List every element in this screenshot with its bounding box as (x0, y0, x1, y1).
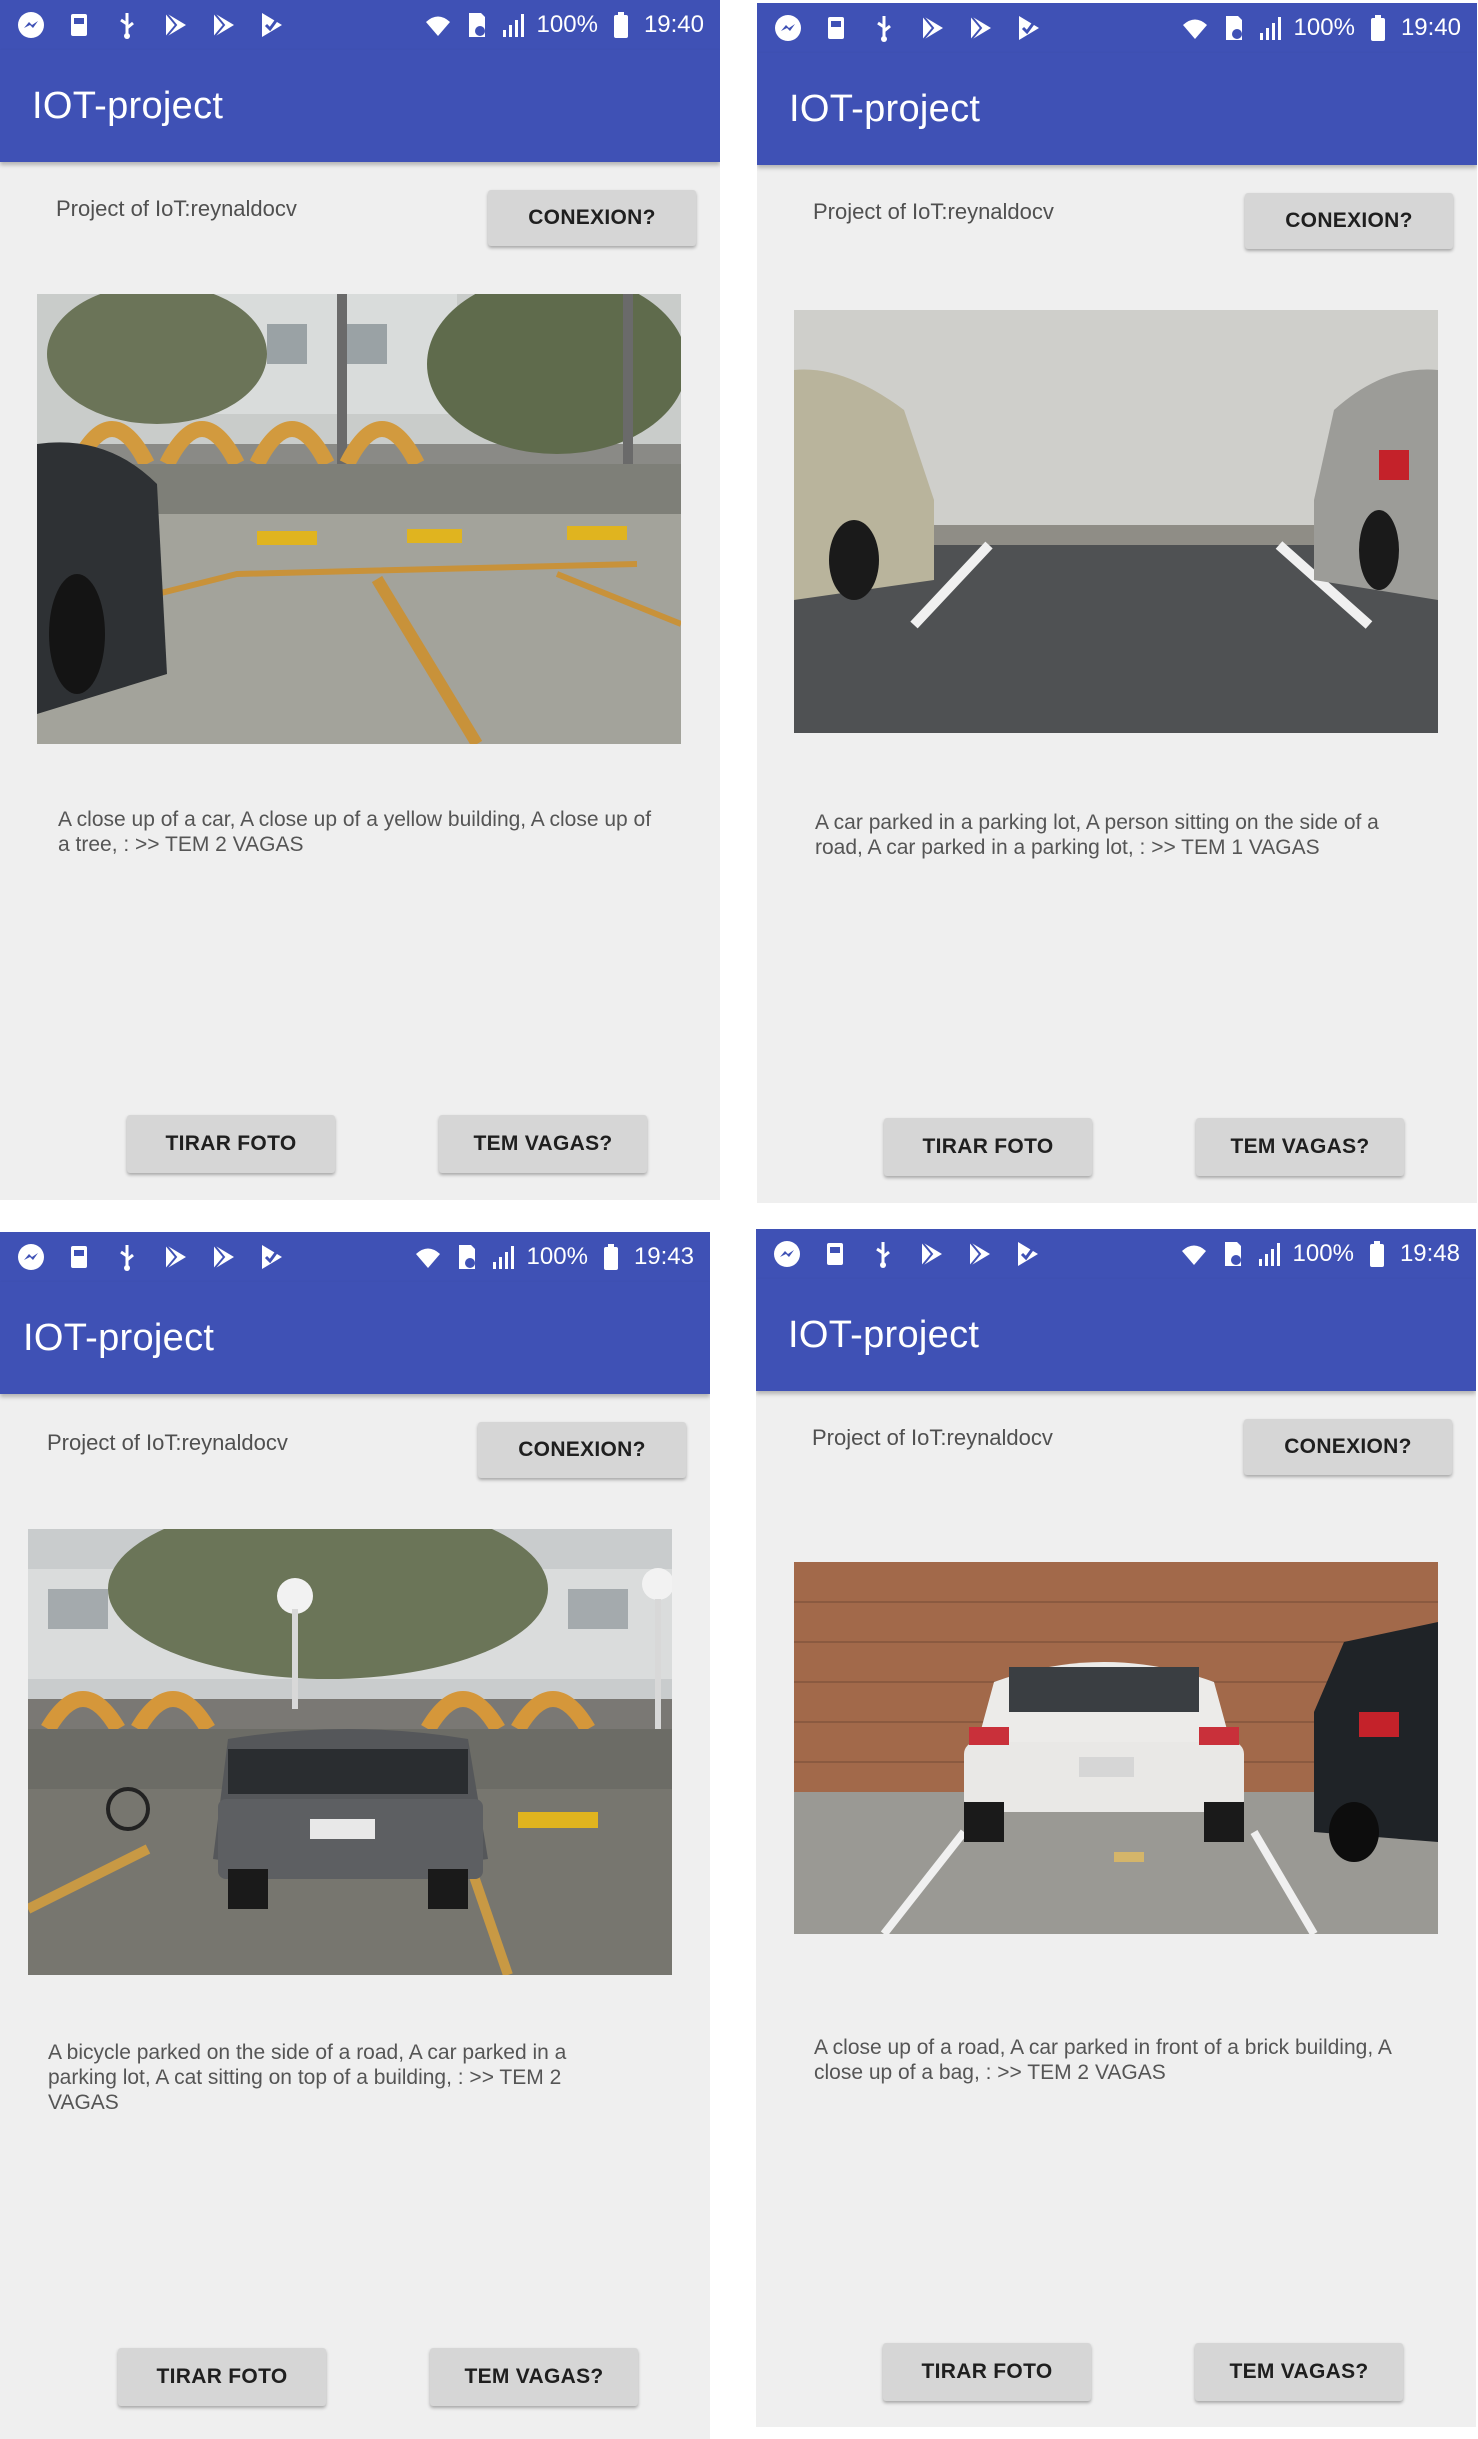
project-label: Project of IoT:reynaldocv (812, 1425, 1053, 1450)
parking-photo (28, 1529, 672, 1975)
app-bar: IOT-project (757, 53, 1477, 165)
play-store-icon (213, 12, 234, 38)
project-label: Project of IoT:reynaldocv (47, 1430, 288, 1455)
status-bar: 100% 19:48 (756, 1229, 1476, 1279)
play-store-icon (165, 12, 186, 38)
sim-off-icon (1225, 16, 1242, 40)
tem-vagas-button[interactable]: TEM VAGAS? (1195, 2343, 1403, 2401)
usb-icon (120, 13, 134, 39)
parking-photo (37, 294, 681, 744)
sim-off-icon (1224, 1242, 1241, 1266)
app-title: IOT-project (32, 85, 224, 127)
tirar-foto-button[interactable]: TIRAR FOTO (884, 1118, 1092, 1176)
battery-icon (603, 1244, 618, 1270)
tem-vagas-button[interactable]: TEM VAGAS? (430, 2348, 638, 2406)
clock: 19:48 (1399, 1240, 1460, 1267)
tirar-foto-button[interactable]: TIRAR FOTO (883, 2343, 1091, 2401)
wifi-icon (425, 16, 450, 36)
play-store-icon (922, 15, 943, 41)
conexion-button[interactable]: CONEXION? (1244, 1419, 1452, 1475)
status-bar: 100% 19:43 (0, 1232, 710, 1282)
signal-icon (1259, 17, 1281, 40)
sd-card-icon (828, 17, 844, 39)
clock: 19:43 (633, 1243, 694, 1270)
app-title: IOT-project (789, 88, 981, 130)
screen-2: 100% 19:40 IOT-project Project of IoT:re… (757, 3, 1477, 1203)
battery-percent: 100% (526, 1243, 588, 1270)
messenger-icon (774, 1241, 800, 1267)
screen-1: 100% 19:40 IOT-project Project of IoT:re… (0, 0, 720, 1200)
usb-icon (120, 1245, 134, 1271)
play-store-icon (165, 1244, 186, 1270)
sim-off-icon (468, 13, 485, 37)
usb-icon (877, 16, 891, 42)
clock: 19:40 (1400, 14, 1461, 41)
clock: 19:40 (643, 11, 704, 38)
screen-3: 100% 19:43 IOT-project Project of IoT:re… (0, 1232, 710, 2439)
play-check-icon (1018, 1242, 1038, 1266)
tem-vagas-button[interactable]: TEM VAGAS? (1196, 1118, 1404, 1176)
battery-percent: 100% (1292, 1240, 1354, 1267)
screen-4: 100% 19:48 IOT-project Project of IoT:re… (756, 1229, 1476, 2427)
battery-icon (1369, 1241, 1384, 1267)
play-store-icon (921, 1241, 942, 1267)
messenger-icon (775, 15, 801, 41)
usb-icon (876, 1242, 890, 1268)
app-bar: IOT-project (0, 50, 720, 162)
play-check-icon (262, 1245, 282, 1269)
parking-photo (794, 1562, 1438, 1934)
result-caption: A close up of a car, A close up of a yel… (58, 808, 652, 856)
messenger-icon (18, 1244, 44, 1270)
play-store-icon (970, 15, 991, 41)
signal-icon (492, 1246, 514, 1269)
sd-card-icon (71, 1246, 87, 1268)
sim-off-icon (458, 1245, 475, 1269)
app-title: IOT-project (788, 1314, 980, 1356)
wifi-icon (1182, 19, 1207, 39)
result-caption: A bicycle parked on the side of a road, … (48, 2041, 567, 2114)
result-caption: A close up of a road, A car parked in fr… (814, 2036, 1391, 2084)
app-bar: IOT-project (0, 1282, 710, 1394)
tirar-foto-button[interactable]: TIRAR FOTO (118, 2348, 326, 2406)
parking-photo (794, 310, 1438, 733)
project-label: Project of IoT:reynaldocv (813, 199, 1054, 224)
status-bar: 100% 19:40 (757, 3, 1477, 53)
wifi-icon (1181, 1245, 1206, 1265)
sd-card-icon (71, 14, 87, 36)
result-caption: A car parked in a parking lot, A person … (815, 811, 1379, 859)
sd-card-icon (827, 1243, 843, 1265)
battery-icon (1370, 15, 1385, 41)
conexion-button[interactable]: CONEXION? (478, 1422, 686, 1478)
wifi-icon (415, 1248, 440, 1268)
play-check-icon (1019, 16, 1039, 40)
status-bar: 100% 19:40 (0, 0, 720, 50)
battery-percent: 100% (1293, 14, 1355, 41)
battery-percent: 100% (536, 11, 598, 38)
app-title: IOT-project (23, 1317, 215, 1359)
project-label: Project of IoT:reynaldocv (56, 196, 297, 221)
conexion-button[interactable]: CONEXION? (488, 190, 696, 246)
battery-icon (613, 12, 628, 38)
app-bar: IOT-project (756, 1279, 1476, 1391)
play-store-icon (969, 1241, 990, 1267)
tirar-foto-button[interactable]: TIRAR FOTO (127, 1115, 335, 1173)
play-store-icon (213, 1244, 234, 1270)
messenger-icon (18, 12, 44, 38)
signal-icon (1258, 1243, 1280, 1266)
conexion-button[interactable]: CONEXION? (1245, 193, 1453, 249)
tem-vagas-button[interactable]: TEM VAGAS? (439, 1115, 647, 1173)
play-check-icon (262, 13, 282, 37)
signal-icon (502, 14, 524, 37)
